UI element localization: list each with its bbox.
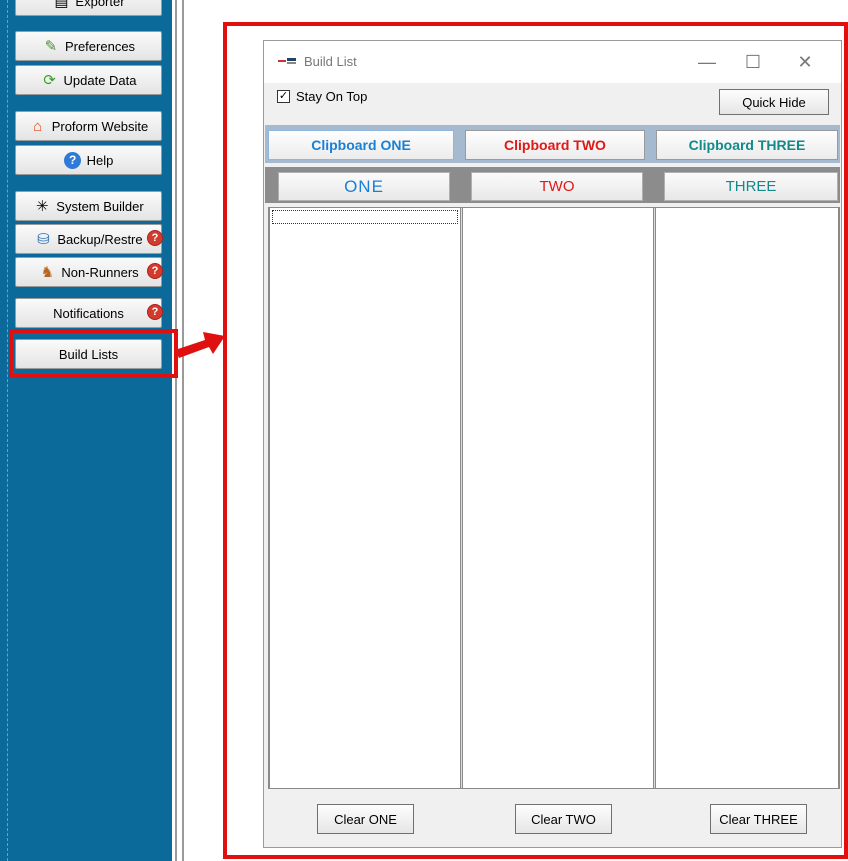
title-bar[interactable]: Build List — ☐ ✕ [264,41,841,83]
sidebar-splitter[interactable] [172,0,190,861]
stay-on-top-checkbox[interactable]: ✓ [277,90,290,103]
sidebar-item-backup-restore[interactable]: ⛁ Backup/Restre ? [15,224,163,254]
preferences-icon: ✎ [44,38,58,55]
list-two[interactable] [462,208,654,788]
alert-badge-icon: ? [147,263,163,279]
column-header-two[interactable]: TWO [471,172,643,201]
horse-icon: ♞ [40,264,55,281]
sidebar: ▤ Exporter ✎ Preferences ⟳ Update Data ⌂… [0,0,172,861]
clear-two-button[interactable]: Clear TWO [515,804,612,834]
sidebar-item-non-runners[interactable]: ♞ Non-Runners ? [15,257,163,287]
quick-hide-button[interactable]: Quick Hide [719,89,829,115]
spinner-icon: ✳ [35,198,49,215]
backup-icon: ⛁ [37,231,50,248]
clear-one-button[interactable]: Clear ONE [317,804,414,834]
exporter-icon: ▤ [54,0,69,10]
sidebar-item-label: Non-Runners [61,264,139,280]
window-title: Build List [304,54,357,69]
tab-clipboard-one[interactable]: Clipboard ONE [268,130,454,160]
sidebar-item-label: Backup/Restre [57,231,143,247]
clear-buttons-row: Clear ONE Clear TWO Clear THREE [264,791,841,847]
help-icon: ? [64,151,82,169]
tab-clipboard-two[interactable]: Clipboard TWO [465,130,645,160]
sidebar-item-system-builder[interactable]: ✳ System Builder [15,191,162,221]
column-header-three[interactable]: THREE [664,172,838,201]
arrow-icon [175,332,225,358]
build-list-window: Build List — ☐ ✕ ✓ Stay On Top Quick Hid… [263,40,842,848]
sidebar-guide-line [7,0,8,861]
sidebar-item-notifications[interactable]: Notifications ? [15,298,163,328]
clipboard-lists [268,207,840,789]
sidebar-item-label: Update Data [63,72,137,88]
sidebar-item-label: Notifications [53,305,124,321]
home-icon: ⌂ [33,117,43,135]
sidebar-item-proform-website[interactable]: ⌂ Proform Website [15,111,162,141]
clear-three-button[interactable]: Clear THREE [710,804,807,834]
close-button[interactable]: ✕ [783,49,827,75]
sidebar-item-label: System Builder [56,198,144,214]
list-three[interactable] [655,208,839,788]
alert-badge-icon: ? [147,304,163,320]
sidebar-item-label: Preferences [64,38,136,54]
sidebar-item-exporter[interactable]: ▤ Exporter [15,0,162,16]
app-icon [278,58,296,64]
build-lists-highlight [9,329,178,378]
column-header-one[interactable]: ONE [278,172,450,201]
column-headers: ONE TWO THREE [265,167,840,203]
list-one[interactable] [269,208,461,788]
refresh-icon: ⟳ [43,72,56,89]
stay-on-top-label: Stay On Top [296,89,368,104]
alert-badge-icon: ? [147,230,163,246]
list-focus-indicator [272,210,458,224]
sidebar-item-label: Proform Website [51,118,149,134]
sidebar-item-label: Help [86,152,114,168]
stay-on-top-option[interactable]: ✓ Stay On Top [277,89,367,104]
sidebar-item-help[interactable]: ? Help [15,145,162,175]
clipboard-tabs: Clipboard ONE Clipboard TWO Clipboard TH… [265,125,840,163]
tab-clipboard-three[interactable]: Clipboard THREE [656,130,838,160]
minimize-button[interactable]: — [685,49,729,75]
sidebar-item-preferences[interactable]: ✎ Preferences [15,31,162,61]
sidebar-item-update-data[interactable]: ⟳ Update Data [15,65,162,95]
maximize-button[interactable]: ☐ [731,49,775,75]
sidebar-item-label: Exporter [75,0,125,9]
